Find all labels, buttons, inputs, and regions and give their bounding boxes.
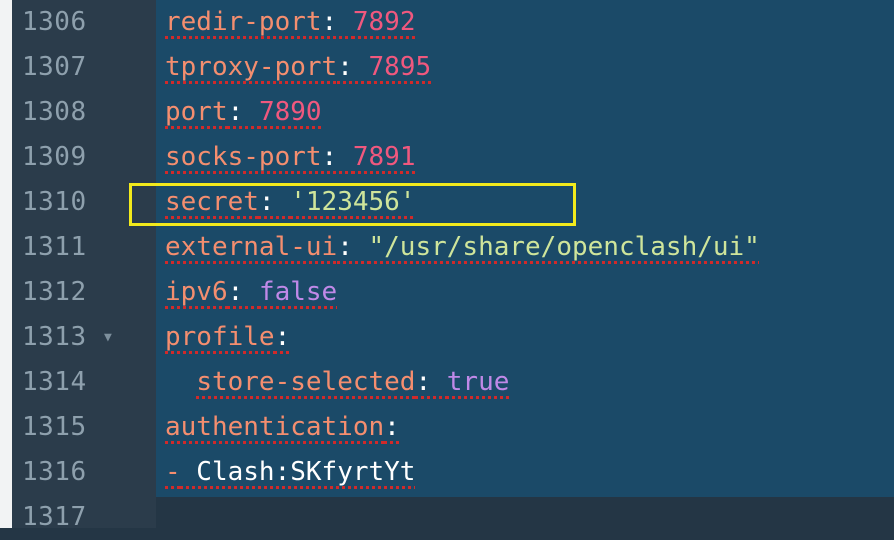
yaml-separator: : bbox=[321, 142, 353, 172]
line-number: 1310 bbox=[22, 187, 87, 217]
yaml-key: store-selected bbox=[196, 367, 416, 397]
line-number: 1307 bbox=[22, 52, 87, 82]
line-number: 1309 bbox=[22, 142, 87, 172]
yaml-key: authentication bbox=[165, 412, 385, 442]
code-editor[interactable]: 1306 redir-port: 7892 1307 tproxy-port: … bbox=[0, 0, 894, 532]
yaml-value: 7890 bbox=[258, 97, 322, 127]
code-line[interactable]: 1311 external-ui: "/usr/share/openclash/… bbox=[0, 225, 894, 270]
code-line[interactable]: 1306 redir-port: 7892 bbox=[0, 0, 894, 45]
line-number: 1312 bbox=[22, 277, 87, 307]
code-line[interactable]: 1313 ▼ profile: bbox=[0, 315, 894, 360]
code-line[interactable]: 1307 tproxy-port: 7895 bbox=[0, 45, 894, 90]
line-number: 1316 bbox=[22, 457, 87, 487]
line-number: 1311 bbox=[22, 232, 87, 262]
yaml-separator: : bbox=[227, 277, 259, 307]
yaml-separator: : bbox=[337, 52, 369, 82]
yaml-key: port bbox=[165, 97, 228, 127]
line-number: 1317 bbox=[22, 502, 87, 532]
yaml-value: false bbox=[258, 277, 338, 307]
code-line[interactable]: 1308 port: 7890 bbox=[0, 90, 894, 135]
line-number: 1315 bbox=[22, 412, 87, 442]
yaml-key: external-ui bbox=[165, 232, 338, 262]
yaml-value: 7892 bbox=[352, 7, 416, 37]
code-line[interactable]: 1317 bbox=[0, 495, 894, 540]
yaml-value: 7895 bbox=[368, 52, 432, 82]
yaml-separator: : bbox=[227, 97, 259, 127]
yaml-separator: : bbox=[384, 412, 400, 442]
yaml-value: true bbox=[446, 367, 510, 397]
yaml-value: "/usr/share/openclash/ui" bbox=[368, 232, 760, 262]
code-line[interactable]: 1314 store-selected: true bbox=[0, 360, 894, 405]
yaml-separator: : bbox=[274, 322, 291, 352]
yaml-key: socks-port bbox=[165, 142, 322, 172]
yaml-value: 7891 bbox=[352, 142, 416, 172]
yaml-separator: : bbox=[337, 232, 369, 262]
yaml-key: tproxy-port bbox=[165, 52, 338, 82]
code-lines: 1306 redir-port: 7892 1307 tproxy-port: … bbox=[0, 0, 894, 532]
code-line[interactable]: 1316 - Clash:SKfyrtYt bbox=[0, 450, 894, 495]
yaml-key: profile bbox=[165, 322, 275, 352]
line-number: 1308 bbox=[22, 97, 87, 127]
yaml-key: redir-port bbox=[165, 7, 322, 37]
yaml-value: Clash:SKfyrtYt bbox=[180, 457, 416, 487]
line-number: 1314 bbox=[22, 367, 87, 397]
highlight-annotation-box bbox=[129, 183, 576, 226]
code-line[interactable]: 1309 socks-port: 7891 bbox=[0, 135, 894, 180]
fold-triangle-icon[interactable]: ▼ bbox=[104, 328, 112, 348]
yaml-list-dash: - bbox=[165, 457, 181, 487]
code-line[interactable]: 1315 authentication: bbox=[0, 405, 894, 450]
code-line[interactable]: 1312 ipv6: false bbox=[0, 270, 894, 315]
line-number: 1306 bbox=[22, 7, 87, 37]
yaml-separator: : bbox=[415, 367, 447, 397]
yaml-separator: : bbox=[321, 7, 353, 37]
yaml-key: ipv6 bbox=[165, 277, 228, 307]
line-number: 1313 bbox=[22, 322, 87, 352]
